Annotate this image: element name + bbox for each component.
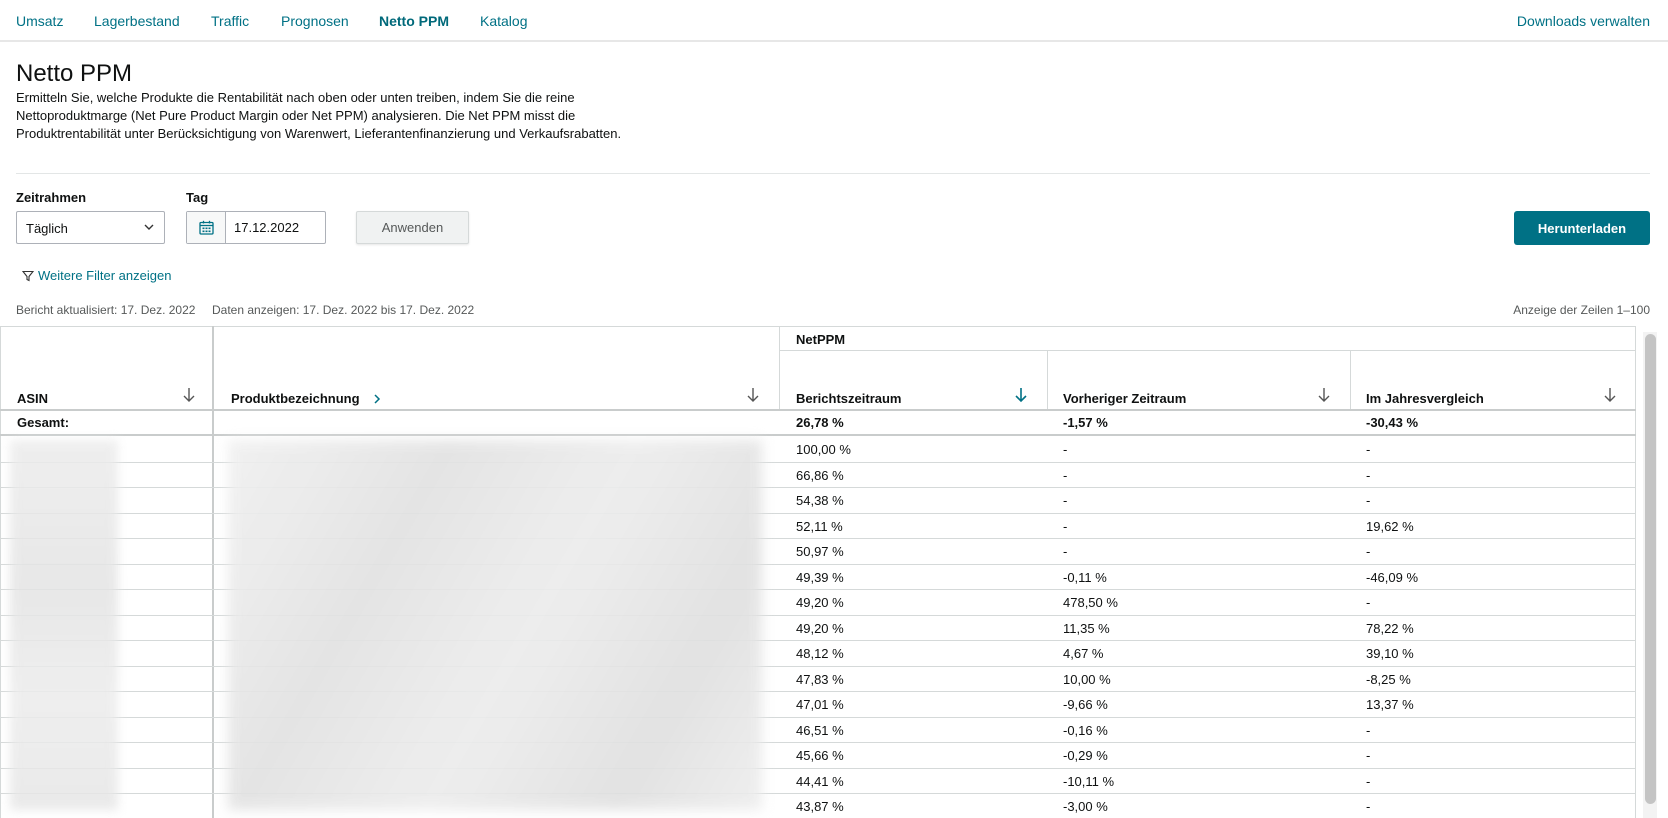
- cell-report-period: 54,38 %: [796, 493, 844, 508]
- cell-report-period: 49,39 %: [796, 570, 844, 585]
- cell-year-over-year: -: [1366, 595, 1371, 610]
- col-product-label: Produktbezeichnung: [231, 391, 360, 406]
- sort-arrow-icon[interactable]: [746, 387, 760, 406]
- more-filters-link[interactable]: Weitere Filter anzeigen: [21, 268, 172, 283]
- cell-report-period: 48,12 %: [796, 646, 844, 661]
- total-year-over-year: -30,43 %: [1366, 415, 1419, 430]
- report-updated: Bericht aktualisiert: 17. Dez. 2022: [16, 303, 196, 317]
- apply-button[interactable]: Anwenden: [356, 211, 469, 244]
- cell-previous-period: -: [1063, 468, 1068, 483]
- cell-year-over-year: 39,10 %: [1366, 646, 1414, 661]
- cell-report-period: 44,41 %: [796, 774, 844, 789]
- cell-year-over-year: -: [1366, 723, 1371, 738]
- page-description: Ermitteln Sie, welche Produkte die Renta…: [16, 90, 622, 141]
- tab-prognosen[interactable]: Prognosen: [281, 13, 349, 29]
- timeframe-select[interactable]: Täglich: [16, 211, 165, 244]
- cell-previous-period: -: [1063, 519, 1068, 534]
- redacted-asin: [10, 440, 118, 810]
- cell-previous-period: -: [1063, 442, 1068, 457]
- cell-year-over-year: -: [1366, 468, 1371, 483]
- download-button[interactable]: Herunterladen: [1514, 211, 1650, 245]
- cell-report-period: 45,66 %: [796, 748, 844, 763]
- cell-year-over-year: 13,37 %: [1366, 697, 1414, 712]
- scrollbar-thumb[interactable]: [1645, 334, 1656, 804]
- total-label: Gesamt:: [17, 415, 70, 430]
- timeframe-label: Zeitrahmen: [16, 190, 87, 205]
- timeframe-value: Täglich: [26, 221, 68, 236]
- cell-previous-period: -3,00 %: [1063, 799, 1108, 814]
- tab-lagerbestand[interactable]: Lagerbestand: [94, 13, 180, 29]
- cell-report-period: 49,20 %: [796, 595, 844, 610]
- cell-report-period: 100,00 %: [796, 442, 851, 457]
- sort-arrow-active-icon[interactable]: [1014, 387, 1028, 406]
- cell-previous-period: -0,16 %: [1063, 723, 1108, 738]
- divider: [16, 173, 1650, 174]
- calendar-icon[interactable]: [187, 212, 226, 243]
- col-report-period[interactable]: Berichtszeitraum: [796, 391, 901, 406]
- more-filters-label: Weitere Filter anzeigen: [38, 268, 172, 283]
- total-report-period: 26,78 %: [796, 415, 844, 430]
- cell-year-over-year: 78,22 %: [1366, 621, 1414, 636]
- col-previous-period[interactable]: Vorheriger Zeitraum: [1063, 391, 1186, 406]
- date-field[interactable]: [186, 211, 326, 244]
- cell-report-period: 47,01 %: [796, 697, 844, 712]
- tab-katalog[interactable]: Katalog: [480, 13, 527, 29]
- cell-year-over-year: -: [1366, 493, 1371, 508]
- cell-year-over-year: -: [1366, 774, 1371, 789]
- cell-report-period: 49,20 %: [796, 621, 844, 636]
- tab-netto-ppm[interactable]: Netto PPM: [379, 13, 449, 29]
- sort-arrow-icon[interactable]: [1317, 387, 1331, 406]
- cell-report-period: 47,83 %: [796, 672, 844, 687]
- cell-year-over-year: -: [1366, 799, 1371, 814]
- filter-icon: [21, 270, 35, 282]
- chevron-down-icon: [143, 221, 155, 236]
- cell-year-over-year: -: [1366, 748, 1371, 763]
- cell-previous-period: 10,00 %: [1063, 672, 1111, 687]
- total-previous-period: -1,57 %: [1063, 415, 1108, 430]
- cell-previous-period: -0,29 %: [1063, 748, 1108, 763]
- downloads-link[interactable]: Downloads verwalten: [1517, 13, 1650, 29]
- cell-report-period: 66,86 %: [796, 468, 844, 483]
- col-year-over-year[interactable]: Im Jahresvergleich: [1366, 391, 1484, 406]
- cell-previous-period: -: [1063, 544, 1068, 559]
- row-count: Anzeige der Zeilen 1–100: [1513, 303, 1650, 317]
- cell-year-over-year: -46,09 %: [1366, 570, 1419, 585]
- cell-report-period: 50,97 %: [796, 544, 844, 559]
- page-title: Netto PPM: [16, 60, 133, 87]
- sort-arrow-icon[interactable]: [1603, 387, 1617, 406]
- cell-previous-period: 478,50 %: [1063, 595, 1118, 610]
- cell-year-over-year: 19,62 %: [1366, 519, 1414, 534]
- cell-report-period: 52,11 %: [796, 519, 843, 534]
- redacted-product-names: [228, 440, 762, 810]
- cell-previous-period: -: [1063, 493, 1068, 508]
- col-asin[interactable]: ASIN: [17, 391, 48, 406]
- cell-year-over-year: -: [1366, 442, 1371, 457]
- cell-previous-period: -0,11 %: [1063, 570, 1107, 585]
- cell-report-period: 46,51 %: [796, 723, 844, 738]
- netppm-table: NetPPM ASIN Produktbezeichnung Berichtsz…: [0, 326, 1668, 818]
- netppm-group-header: NetPPM: [796, 332, 846, 347]
- cell-previous-period: -9,66 %: [1063, 697, 1108, 712]
- cell-previous-period: 4,67 %: [1063, 646, 1104, 661]
- cell-previous-period: 11,35 %: [1063, 621, 1110, 636]
- sort-arrow-icon[interactable]: [182, 387, 196, 406]
- tab-traffic[interactable]: Traffic: [211, 13, 249, 29]
- chevron-right-icon[interactable]: [372, 394, 382, 404]
- top-nav: Umsatz Lagerbestand Traffic Prognosen Ne…: [0, 0, 1668, 42]
- date-input[interactable]: [226, 212, 322, 243]
- day-label: Tag: [186, 190, 209, 205]
- data-range: Daten anzeigen: 17. Dez. 2022 bis 17. De…: [212, 303, 475, 317]
- cell-report-period: 43,87 %: [796, 799, 844, 814]
- col-product[interactable]: Produktbezeichnung: [231, 391, 382, 406]
- cell-year-over-year: -: [1366, 544, 1371, 559]
- cell-previous-period: -10,11 %: [1063, 774, 1115, 789]
- tab-umsatz[interactable]: Umsatz: [16, 13, 63, 29]
- cell-year-over-year: -8,25 %: [1366, 672, 1411, 687]
